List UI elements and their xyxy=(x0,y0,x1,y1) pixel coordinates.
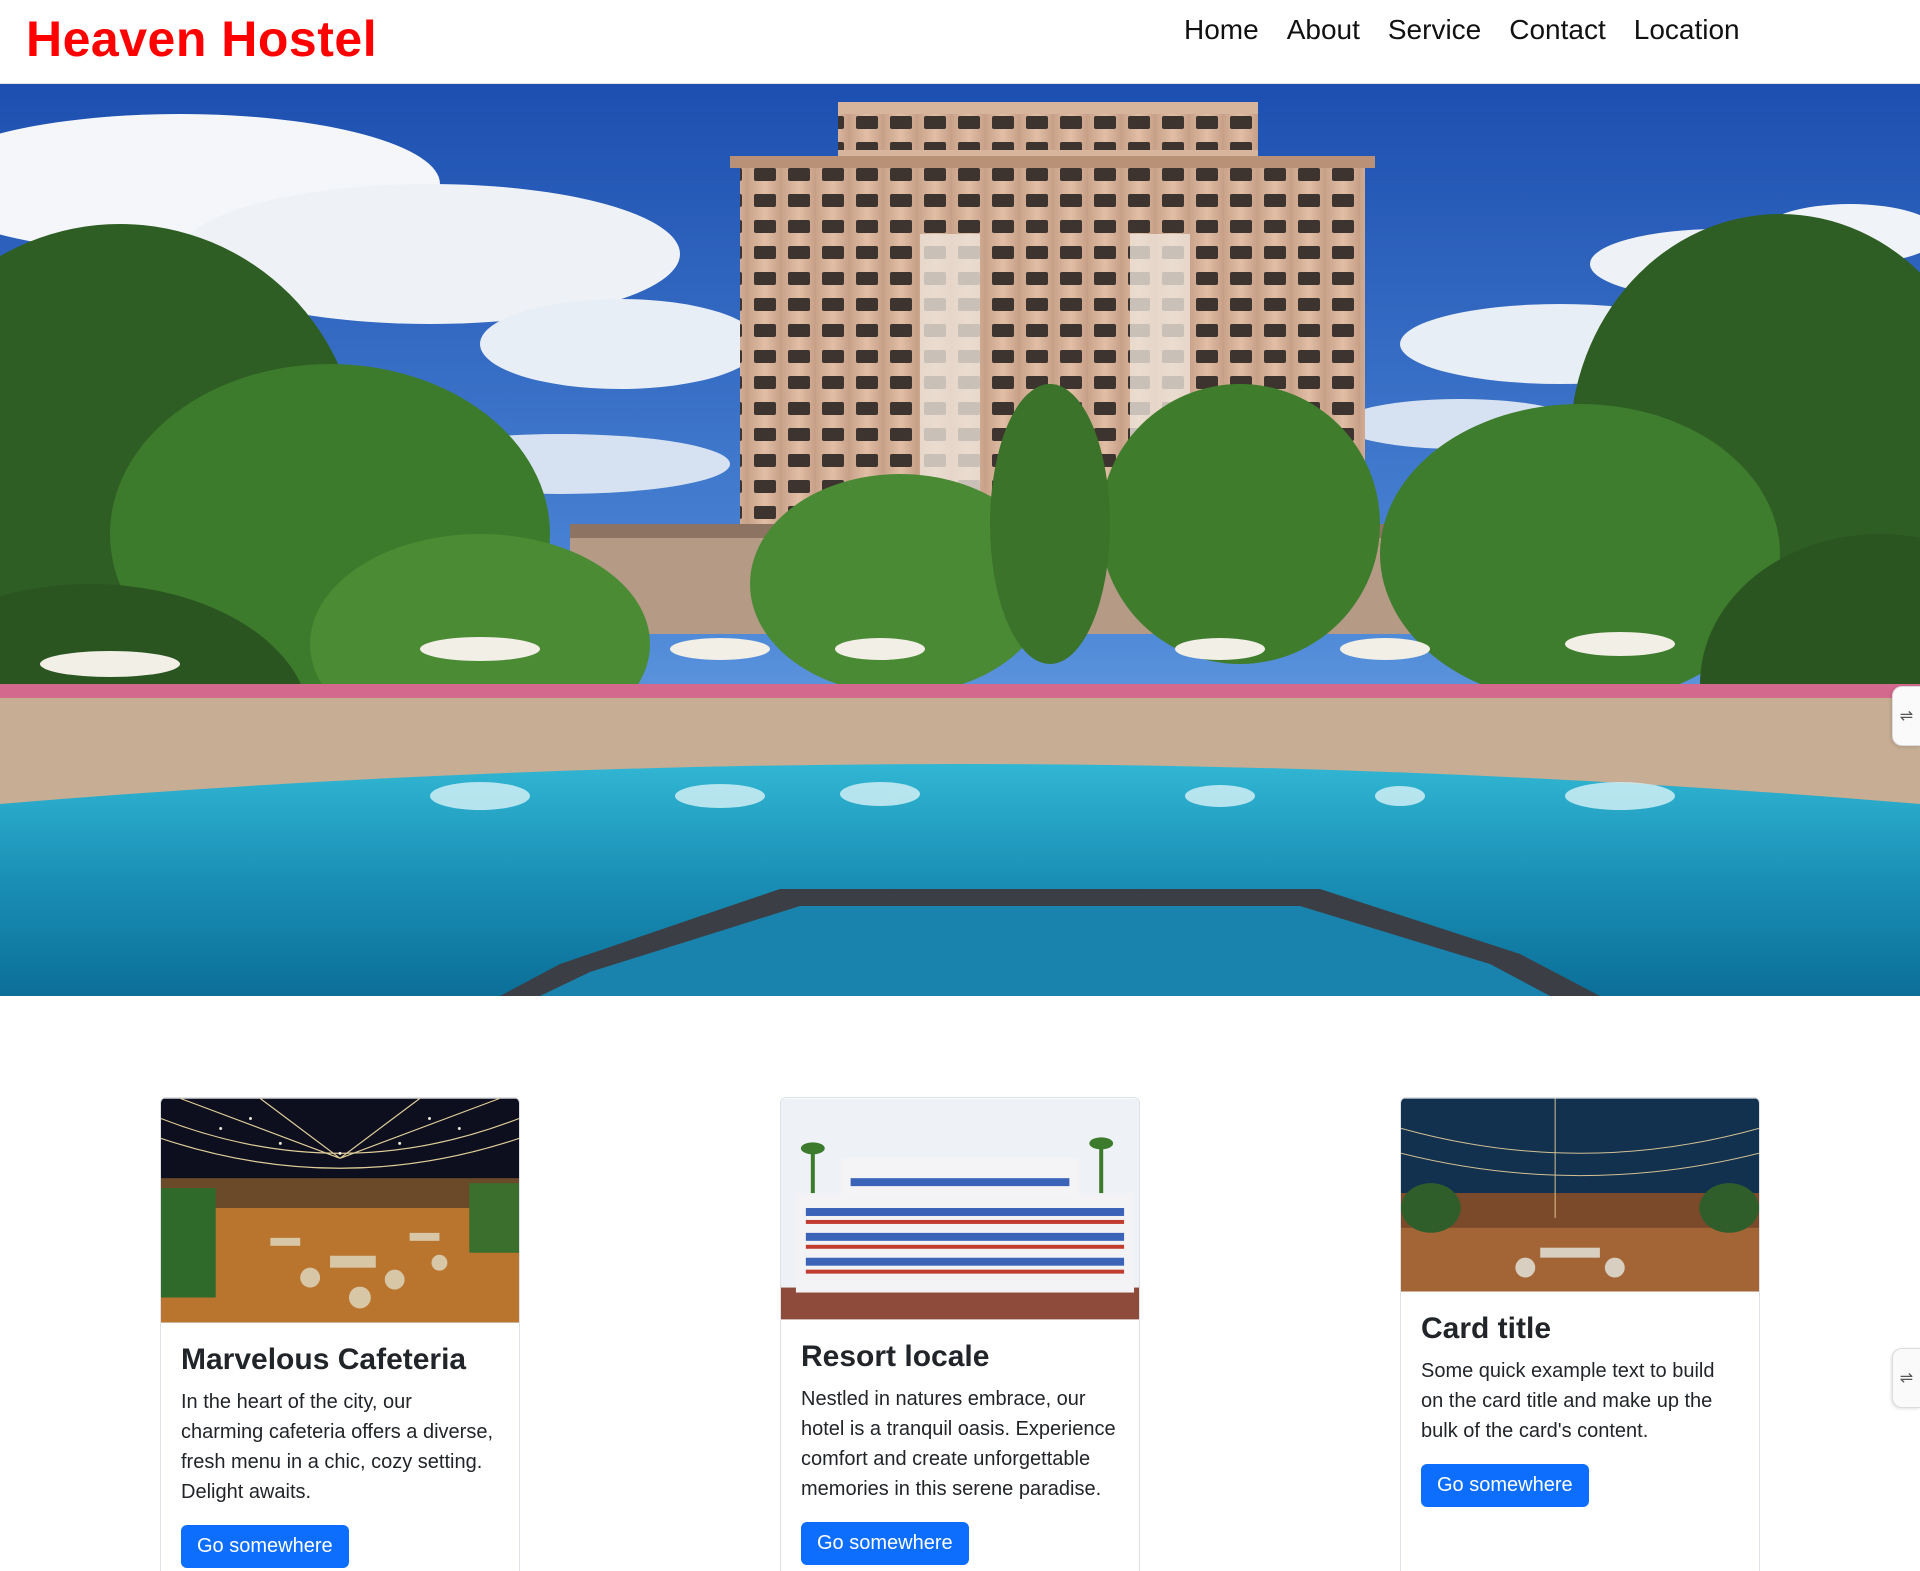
go-somewhere-button[interactable]: Go somewhere xyxy=(801,1522,969,1565)
nav-home-link[interactable]: Home xyxy=(1170,14,1273,46)
hero-image xyxy=(0,84,1920,996)
card-title: Marvelous Cafeteria xyxy=(181,1343,467,1376)
side-widget-tab-top[interactable]: ⇌ xyxy=(1892,686,1920,746)
main-nav: Home About Service Contact Location xyxy=(1170,14,1754,46)
brand-logo[interactable]: Heaven Hostel xyxy=(26,10,377,68)
rooftop-image xyxy=(1401,1098,1759,1292)
card-text: Some quick example text to build on the … xyxy=(1421,1360,1715,1442)
go-somewhere-button[interactable]: Go somewhere xyxy=(181,1525,349,1568)
card-cafeteria: Marvelous Cafeteria In the heart of the … xyxy=(160,1097,520,1571)
nav-service-link[interactable]: Service xyxy=(1374,14,1495,46)
card-title: Resort locale xyxy=(801,1340,990,1373)
card-title: Card title xyxy=(1421,1312,1552,1345)
go-somewhere-button[interactable]: Go somewhere xyxy=(1421,1464,1589,1507)
nav-about-link[interactable]: About xyxy=(1273,14,1374,46)
card-text: In the heart of the city, our charming c… xyxy=(181,1391,494,1503)
cafeteria-image xyxy=(161,1098,519,1323)
nav-contact-link[interactable]: Contact xyxy=(1495,14,1620,46)
site-header: Heaven Hostel Home About Service Contact… xyxy=(0,0,1920,84)
nav-location-link[interactable]: Location xyxy=(1620,14,1754,46)
card-resort: Resort locale Nestled in natures embrace… xyxy=(780,1097,1140,1571)
resort-image xyxy=(781,1098,1139,1320)
card-example: Card title Some quick example text to bu… xyxy=(1400,1097,1760,1571)
side-widget-tab-bottom[interactable]: ⇌ xyxy=(1892,1348,1920,1408)
card-text: Nestled in natures embrace, our hotel is… xyxy=(801,1388,1116,1500)
